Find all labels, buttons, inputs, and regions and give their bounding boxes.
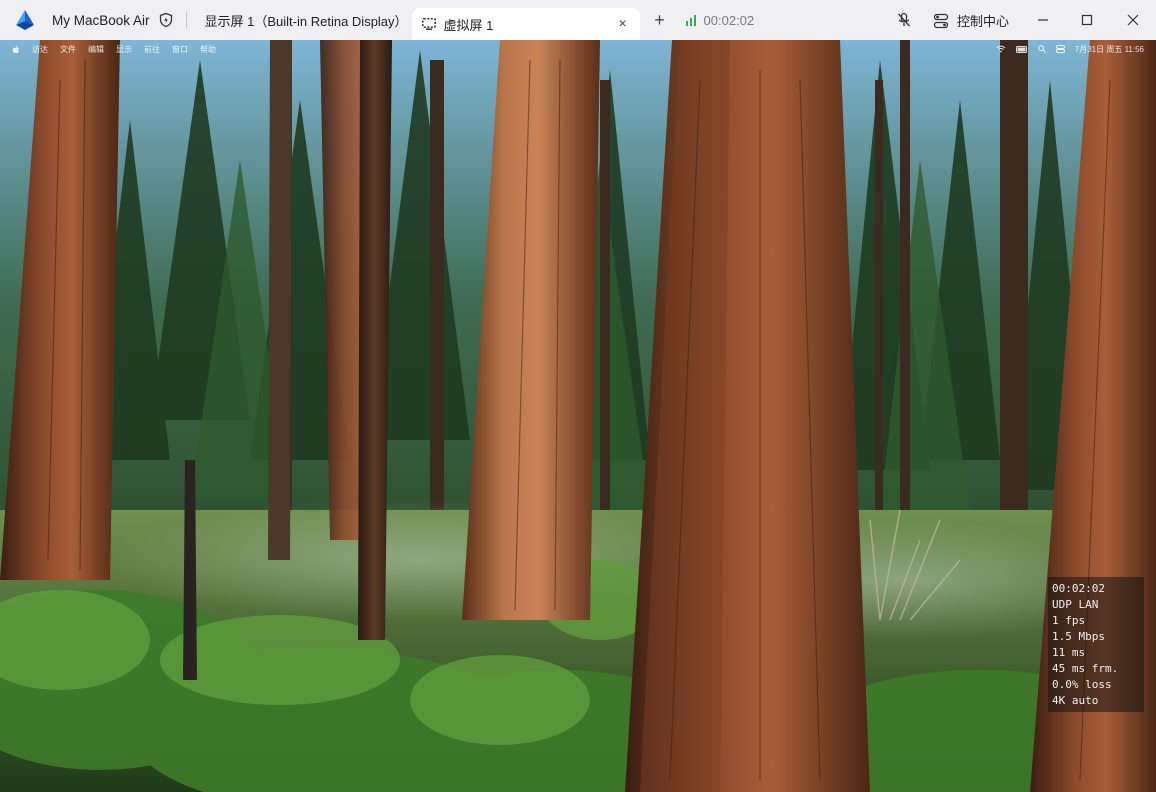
menu-view[interactable]: 显示 <box>116 44 132 55</box>
stream-stats-overlay: 00:02:02 UDP LAN 1 fps 1.5 Mbps 11 ms 45… <box>1048 577 1144 712</box>
stat-frame-latency: 45 ms frm. <box>1052 662 1119 675</box>
tab-display-1[interactable]: 显示屏 1（Built-in Retina Display） <box>187 0 412 40</box>
device-name[interactable]: My MacBook Air <box>52 13 150 28</box>
menu-file[interactable]: 文件 <box>60 44 76 55</box>
menubar-clock[interactable]: 7月31日 周五 11:56 <box>1075 44 1144 55</box>
stat-bitrate: 1.5 Mbps <box>1052 630 1105 643</box>
menu-finder[interactable]: 访达 <box>32 44 48 55</box>
close-tab-icon[interactable]: × <box>616 15 630 31</box>
app-logo-icon <box>16 10 34 30</box>
spotlight-search-icon[interactable] <box>1038 45 1046 53</box>
connection-signal-icon <box>685 14 696 26</box>
control-center-label: 控制中心 <box>957 14 1010 29</box>
shield-icon[interactable] <box>158 12 174 28</box>
menu-window[interactable]: 窗口 <box>172 44 188 55</box>
stat-protocol: UDP LAN <box>1052 598 1099 611</box>
menu-go[interactable]: 前往 <box>144 44 160 55</box>
menu-edit[interactable]: 编辑 <box>88 44 104 55</box>
stat-fps: 1 fps <box>1052 614 1086 627</box>
maximize-icon <box>1081 14 1093 26</box>
close-window-button[interactable] <box>1110 0 1156 40</box>
menubar-status-area: 7月31日 周五 11:56 <box>996 40 1144 58</box>
stat-quality: 4K auto <box>1052 694 1099 707</box>
apple-logo-icon[interactable] <box>12 45 20 54</box>
close-icon <box>1127 14 1139 26</box>
tab-label: 虚拟屏 1 <box>443 17 494 33</box>
control-center-button[interactable]: 控制中心 <box>933 11 1009 30</box>
wifi-icon[interactable] <box>996 45 1006 53</box>
stat-latency: 11 ms <box>1052 646 1086 659</box>
virtual-screen-icon <box>421 18 436 30</box>
stat-loss: 0.0% loss <box>1052 678 1112 691</box>
battery-icon[interactable] <box>1015 45 1028 53</box>
stat-time: 00:02:02 <box>1052 582 1105 595</box>
microphone-muted-icon[interactable] <box>896 12 912 28</box>
minimize-icon <box>1038 19 1048 21</box>
remote-macos-menubar: 访达 文件 编辑 显示 前往 窗口 帮助 7月31日 周五 11:56 <box>0 40 1156 58</box>
minimize-button[interactable] <box>1020 0 1066 40</box>
add-tab-button[interactable]: + <box>640 0 680 40</box>
remote-desktop-view[interactable]: 访达 文件 编辑 显示 前往 窗口 帮助 7月31日 周五 11:56 00:0… <box>0 40 1156 792</box>
forest-wallpaper <box>0 40 1156 792</box>
session-timer: 00:02:02 <box>703 12 755 28</box>
toggle-switches-icon <box>933 13 949 28</box>
maximize-button[interactable] <box>1064 0 1110 40</box>
tab-label: 显示屏 1（Built-in Retina Display） <box>204 13 408 29</box>
control-center-icon[interactable] <box>1055 45 1065 53</box>
tab-virtual-screen-1[interactable]: 虚拟屏 1 × <box>411 8 640 40</box>
app-tab-bar: My MacBook Air 显示屏 1（Built-in Retina Dis… <box>0 0 1156 40</box>
menu-help[interactable]: 帮助 <box>200 44 216 55</box>
